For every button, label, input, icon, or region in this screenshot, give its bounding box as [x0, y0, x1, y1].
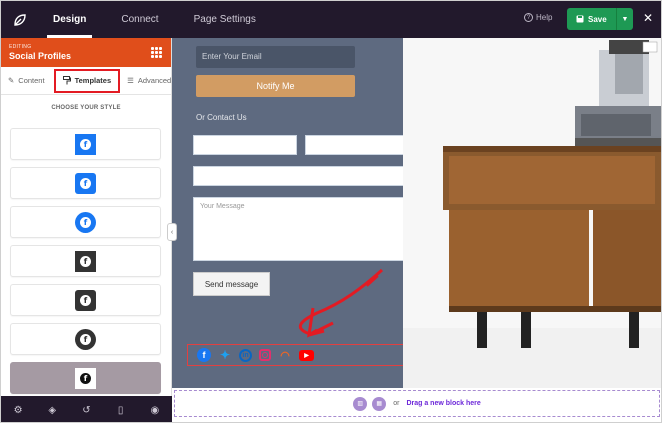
- facebook-icon: f: [75, 289, 96, 311]
- drop-zone[interactable]: ▥ ▦ or Drag a new block here: [174, 390, 660, 417]
- tab-content[interactable]: ✎ Content: [1, 67, 52, 95]
- sidebar-panel: EDITING Social Profiles ✎ Content Templa…: [1, 38, 172, 422]
- tab-content-label: Content: [18, 76, 45, 85]
- style-option-blue-rounded[interactable]: f: [10, 167, 161, 199]
- caret-down-icon: ▼: [621, 15, 629, 23]
- instagram-icon[interactable]: [259, 349, 271, 361]
- editing-label: EDITING: [9, 44, 32, 50]
- drop-or-label: or: [393, 400, 400, 407]
- gear-icon[interactable]: ⚙: [10, 405, 26, 416]
- tab-advanced-label: Advanced: [137, 76, 172, 85]
- facebook-icon: f: [75, 367, 96, 389]
- style-list: f f f f f f f: [10, 128, 161, 401]
- panel-header: EDITING Social Profiles: [1, 38, 171, 67]
- paint-roller-icon: [62, 76, 71, 85]
- sliders-icon: ☰: [127, 76, 134, 85]
- linkedin-icon[interactable]: in: [239, 348, 252, 362]
- help-label: Help: [536, 13, 553, 22]
- choose-style-heading: CHOOSE YOUR STYLE: [51, 105, 121, 111]
- floppy-icon: [576, 15, 584, 23]
- style-option-blue-circle[interactable]: f: [10, 206, 161, 238]
- save-button-group: Save ▼: [567, 8, 633, 30]
- pencil-icon: ✎: [8, 76, 15, 85]
- save-options-button[interactable]: ▼: [616, 8, 633, 30]
- add-block-icon[interactable]: ▦: [372, 396, 387, 411]
- top-bar: Design Connect Page Settings ? Help Save…: [1, 1, 661, 38]
- tab-templates[interactable]: Templates: [53, 68, 121, 93]
- facebook-icon: f: [75, 211, 96, 233]
- red-arrow-annotation: [298, 268, 384, 338]
- drag-block-link[interactable]: Drag a new block here: [406, 400, 480, 407]
- panel-tabs: ✎ Content Templates ☰ Advanced: [1, 67, 171, 95]
- save-label: Save: [588, 14, 607, 24]
- help-link[interactable]: ? Help: [524, 13, 552, 22]
- question-icon: ?: [524, 13, 533, 22]
- tab-design[interactable]: Design: [46, 1, 93, 38]
- social-profiles-block[interactable]: f ✦ in ◠ ▶: [187, 344, 415, 366]
- facebook-icon: f: [75, 133, 96, 155]
- tab-advanced[interactable]: ☰ Advanced: [120, 67, 178, 95]
- desk-photo: [403, 38, 661, 388]
- desk-illustration: [403, 38, 661, 388]
- grid-icon[interactable]: [151, 47, 162, 58]
- collapse-panel-icon[interactable]: ‹: [167, 223, 177, 241]
- facebook-icon: f: [75, 328, 96, 350]
- history-icon[interactable]: ↺: [78, 405, 94, 416]
- form-section: Enter Your Email Notify Me Or Contact Us…: [172, 38, 415, 388]
- twitter-icon[interactable]: ✦: [218, 348, 232, 362]
- tab-connect[interactable]: Connect: [121, 1, 158, 38]
- style-option-blue-square[interactable]: f: [10, 128, 161, 160]
- rss-icon[interactable]: ◠: [278, 348, 292, 362]
- close-icon[interactable]: ✕: [643, 11, 653, 25]
- style-option-dark-circle[interactable]: f: [10, 323, 161, 355]
- eye-icon[interactable]: ◉: [147, 405, 163, 416]
- style-option-dark-rounded[interactable]: f: [10, 284, 161, 316]
- builder-window: Design Connect Page Settings ? Help Save…: [0, 0, 662, 423]
- style-option-dark-square[interactable]: f: [10, 245, 161, 277]
- facebook-icon: f: [75, 172, 96, 194]
- tab-templates-label: Templates: [74, 76, 112, 85]
- style-option-white-on-gray[interactable]: f: [10, 362, 161, 394]
- youtube-icon[interactable]: ▶: [299, 349, 314, 361]
- facebook-icon: f: [75, 250, 96, 272]
- layers-icon[interactable]: ◈: [44, 405, 60, 416]
- add-row-icon[interactable]: ▥: [353, 396, 368, 411]
- drop-zone-row: ▥ ▦ or Drag a new block here: [172, 388, 661, 422]
- panel-title: Social Profiles: [9, 51, 72, 61]
- save-button[interactable]: Save: [567, 15, 616, 24]
- tab-page-settings[interactable]: Page Settings: [194, 1, 256, 38]
- facebook-icon[interactable]: f: [197, 348, 211, 362]
- mobile-icon[interactable]: ▯: [113, 405, 129, 416]
- seedprod-logo-icon[interactable]: [1, 1, 39, 38]
- panel-bottom-bar: ⚙ ◈ ↺ ▯ ◉: [1, 396, 172, 422]
